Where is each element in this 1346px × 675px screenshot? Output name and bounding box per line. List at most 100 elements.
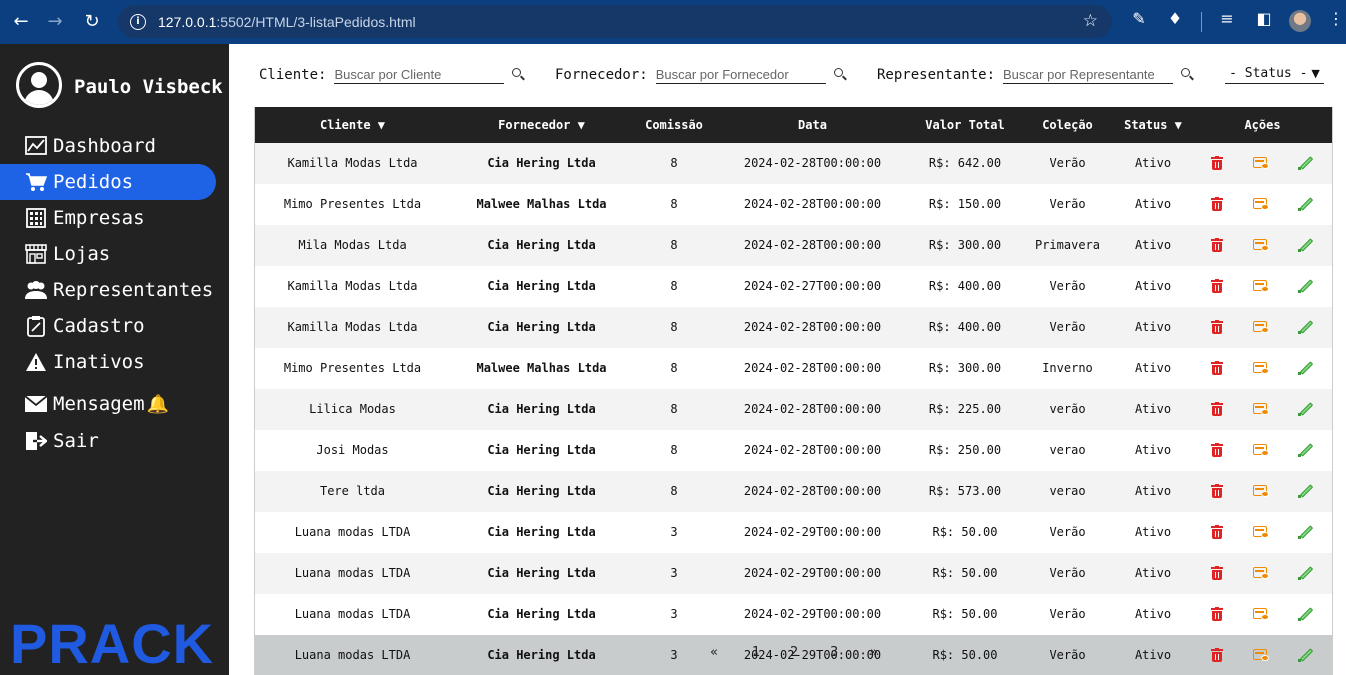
- cell-data: 2024-02-29T00:00:00: [743, 648, 882, 662]
- edit-pencil-icon[interactable]: [1297, 154, 1315, 172]
- cell-data: 2024-02-29T00:00:00: [743, 566, 882, 580]
- back-arrow-icon[interactable]: ←: [8, 8, 34, 34]
- edit-pencil-icon[interactable]: [1297, 482, 1315, 500]
- eyedropper-icon[interactable]: ✎: [1127, 9, 1151, 28]
- delete-icon[interactable]: [1208, 646, 1226, 664]
- url-text[interactable]: 127.0.0.1:5502/HTML/3-listaPedidos.html: [158, 14, 416, 30]
- pagination-prev[interactable]: «: [710, 645, 718, 660]
- table-row: Lilica Modas Cia Hering Ltda 8 2024-02-28T0…: [255, 389, 1332, 430]
- reading-list-icon[interactable]: ≡: [1215, 9, 1239, 28]
- cell-cliente: Luana modas LTDA: [294, 607, 411, 621]
- status-select[interactable]: - Status - ▼: [1225, 64, 1324, 84]
- sidebar-item-pedidos[interactable]: Pedidos: [0, 164, 216, 200]
- edit-pencil-icon[interactable]: [1297, 441, 1315, 459]
- edit-pencil-icon[interactable]: [1297, 195, 1315, 213]
- view-details-icon[interactable]: [1252, 441, 1270, 459]
- cell-comissao: 3: [670, 525, 678, 539]
- profile-avatar[interactable]: [1289, 10, 1311, 32]
- delete-icon[interactable]: [1208, 277, 1226, 295]
- address-bar[interactable]: i 127.0.0.1:5502/HTML/3-listaPedidos.htm…: [118, 5, 1112, 38]
- view-details-icon[interactable]: [1252, 605, 1270, 623]
- users-icon: [24, 278, 48, 302]
- forward-arrow-icon[interactable]: →: [42, 8, 68, 34]
- cell-cliente: Luana modas LTDA: [294, 525, 411, 539]
- sidebar-item-lojas[interactable]: Lojas: [0, 236, 216, 272]
- delete-icon[interactable]: [1208, 482, 1226, 500]
- delete-icon[interactable]: [1208, 441, 1226, 459]
- header-status[interactable]: Status ▼: [1115, 107, 1191, 143]
- representante-search-input[interactable]: [1003, 66, 1174, 84]
- edit-pencil-icon[interactable]: [1297, 277, 1315, 295]
- sidebar-item-mensagem[interactable]: Mensagem 🔔: [0, 386, 216, 422]
- edit-pencil-icon[interactable]: [1297, 359, 1315, 377]
- cell-fornecedor: Cia Hering Ltda: [487, 279, 596, 293]
- sidebar-item-inativos[interactable]: Inativos: [0, 344, 216, 380]
- view-details-icon[interactable]: [1252, 236, 1270, 254]
- delete-icon[interactable]: [1208, 318, 1226, 336]
- sidebar-item-empresas[interactable]: Empresas: [0, 200, 216, 236]
- pagination-page-3[interactable]: 3: [830, 645, 838, 660]
- sidebar-item-representantes[interactable]: Representantes: [0, 272, 216, 308]
- sidebar-item-sair[interactable]: Sair: [0, 423, 216, 459]
- cliente-search-input[interactable]: [334, 66, 505, 84]
- site-info-icon[interactable]: i: [130, 13, 146, 30]
- pagination-page-2[interactable]: 2: [790, 645, 798, 660]
- view-details-icon[interactable]: [1252, 482, 1270, 500]
- fornecedor-search-input[interactable]: [655, 66, 826, 84]
- cell-comissao: 3: [670, 648, 678, 662]
- delete-icon[interactable]: [1208, 400, 1226, 418]
- edit-pencil-icon[interactable]: [1297, 564, 1315, 582]
- edit-pencil-icon[interactable]: [1297, 646, 1315, 664]
- sidebar-item-label: Cadastro: [53, 315, 145, 337]
- cell-valor: R$: 642.00: [928, 156, 1002, 170]
- header-cliente[interactable]: Cliente ▼: [255, 107, 450, 143]
- search-icon[interactable]: [833, 68, 848, 82]
- header-data: Data: [798, 118, 827, 132]
- view-details-icon[interactable]: [1252, 564, 1270, 582]
- view-details-icon[interactable]: [1252, 646, 1270, 664]
- view-details-icon[interactable]: [1252, 277, 1270, 295]
- header-acoes: Ações: [1244, 118, 1281, 132]
- delete-icon[interactable]: [1208, 564, 1226, 582]
- edit-pencil-icon[interactable]: [1297, 236, 1315, 254]
- delete-icon[interactable]: [1208, 523, 1226, 541]
- cell-comissao: 8: [670, 361, 678, 375]
- cell-valor: R$: 50.00: [932, 607, 998, 621]
- cell-colecao: Verão: [1049, 156, 1086, 170]
- warning-icon: [24, 350, 48, 374]
- view-details-icon[interactable]: [1252, 400, 1270, 418]
- edit-pencil-icon[interactable]: [1297, 400, 1315, 418]
- sidebar-item-dashboard[interactable]: Dashboard: [0, 128, 216, 164]
- cell-status: Ativo: [1134, 361, 1172, 375]
- extensions-icon[interactable]: ♦: [1163, 9, 1187, 28]
- view-details-icon[interactable]: [1252, 318, 1270, 336]
- delete-icon[interactable]: [1208, 154, 1226, 172]
- delete-icon[interactable]: [1208, 195, 1226, 213]
- view-details-icon[interactable]: [1252, 154, 1270, 172]
- pagination-page-1[interactable]: 1: [752, 645, 760, 660]
- edit-pencil-icon[interactable]: [1297, 605, 1315, 623]
- search-icon[interactable]: [512, 68, 526, 82]
- edit-pencil-icon[interactable]: [1297, 318, 1315, 336]
- sidebar-item-cadastro[interactable]: Cadastro: [0, 308, 216, 344]
- header-valor: Valor Total: [925, 118, 1005, 132]
- cell-comissao: 8: [670, 320, 678, 334]
- search-icon[interactable]: [1181, 68, 1195, 82]
- menu-dots-icon[interactable]: ⋮: [1324, 9, 1346, 28]
- edit-pencil-icon[interactable]: [1297, 523, 1315, 541]
- view-details-icon[interactable]: [1252, 359, 1270, 377]
- pagination-next[interactable]: »: [870, 645, 878, 660]
- logout-icon: [24, 429, 48, 453]
- view-details-icon[interactable]: [1252, 195, 1270, 213]
- bookmark-star-icon[interactable]: ☆: [1083, 11, 1098, 31]
- side-panel-icon[interactable]: ◧: [1252, 9, 1276, 28]
- reload-icon[interactable]: ↻: [79, 8, 105, 34]
- delete-icon[interactable]: [1208, 359, 1226, 377]
- cell-data: 2024-02-28T00:00:00: [743, 402, 882, 416]
- cell-comissao: 3: [670, 566, 678, 580]
- cell-fornecedor: Cia Hering Ltda: [487, 648, 596, 662]
- view-details-icon[interactable]: [1252, 523, 1270, 541]
- header-fornecedor[interactable]: Fornecedor ▼: [450, 107, 633, 143]
- delete-icon[interactable]: [1208, 236, 1226, 254]
- delete-icon[interactable]: [1208, 605, 1226, 623]
